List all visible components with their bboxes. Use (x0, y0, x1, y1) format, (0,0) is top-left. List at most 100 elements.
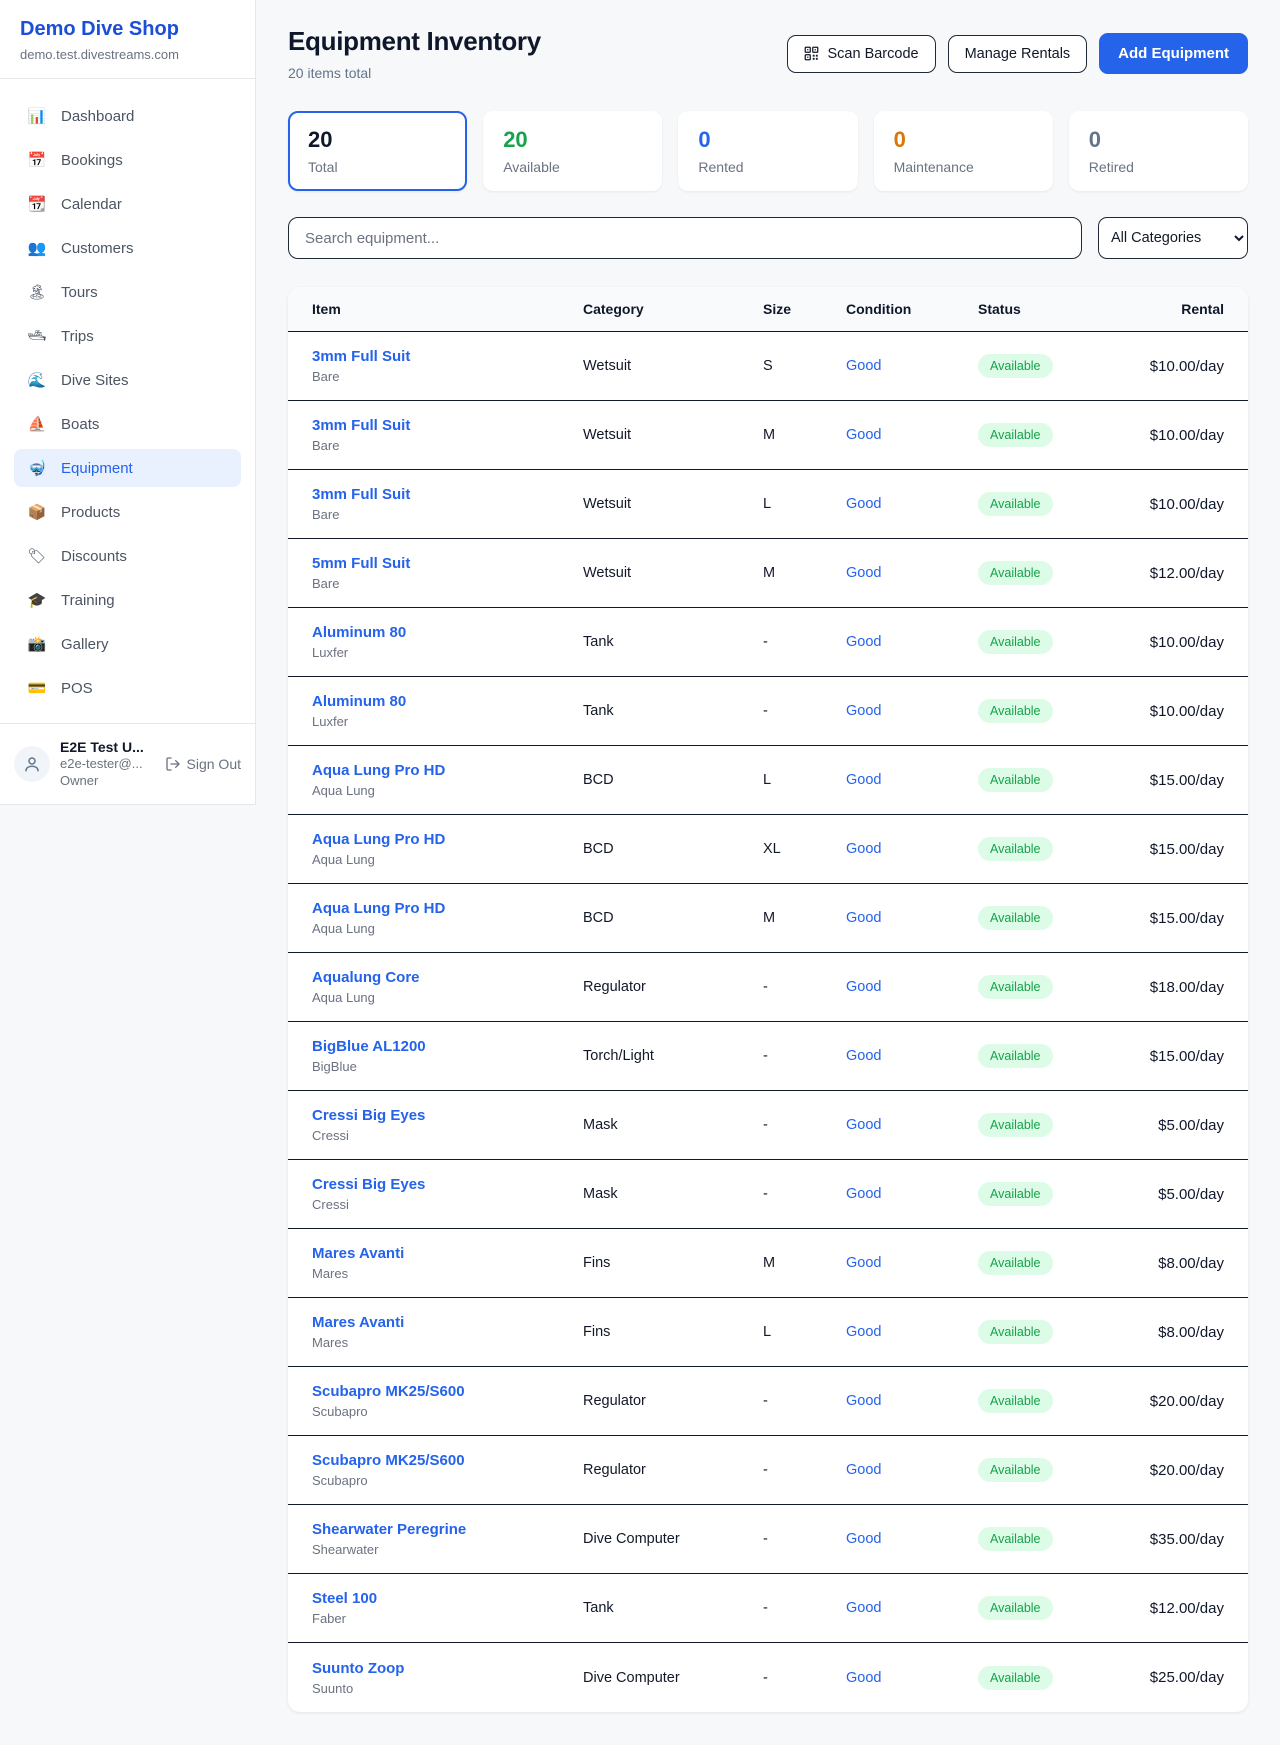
item-condition-link[interactable]: Good (846, 634, 978, 650)
sidebar-item-training[interactable]: 🎓 Training (14, 581, 241, 619)
sign-out-label: Sign Out (187, 756, 241, 772)
sidebar-item-trips[interactable]: 🛥 Trips (14, 317, 241, 355)
sign-out-button[interactable]: Sign Out (165, 756, 241, 772)
stat-card-maintenance[interactable]: 0 Maintenance (874, 111, 1053, 191)
stat-card-rented[interactable]: 0 Rented (678, 111, 857, 191)
qr-code-icon (804, 46, 819, 61)
item-name-link[interactable]: 3mm Full Suit (312, 486, 583, 503)
sidebar-item-customers[interactable]: 👥 Customers (14, 229, 241, 267)
sidebar-item-label: Calendar (61, 196, 122, 213)
item-condition-link[interactable]: Good (846, 565, 978, 581)
stat-card-retired[interactable]: 0 Retired (1069, 111, 1248, 191)
brand-title[interactable]: Demo Dive Shop (20, 18, 235, 41)
item-condition-link[interactable]: Good (846, 703, 978, 719)
item-name-link[interactable]: 5mm Full Suit (312, 555, 583, 572)
item-category: Mask (583, 1186, 763, 1202)
item-condition-link[interactable]: Good (846, 496, 978, 512)
sidebar-item-dashboard[interactable]: 📊 Dashboard (14, 97, 241, 135)
item-condition-link[interactable]: Good (846, 910, 978, 926)
item-name-link[interactable]: Aluminum 80 (312, 624, 583, 641)
item-name-link[interactable]: Aqua Lung Pro HD (312, 762, 583, 779)
table-row: Aqua Lung Pro HD Aqua Lung BCD M Good Av… (288, 884, 1248, 953)
status-badge: Available (978, 1320, 1053, 1344)
table-row: Cressi Big Eyes Cressi Mask - Good Avail… (288, 1160, 1248, 1229)
sidebar-item-products[interactable]: 📦 Products (14, 493, 241, 531)
item-condition-link[interactable]: Good (846, 1255, 978, 1271)
item-name-link[interactable]: Aqua Lung Pro HD (312, 831, 583, 848)
table-row: Suunto Zoop Suunto Dive Computer - Good … (288, 1643, 1248, 1712)
item-name-link[interactable]: BigBlue AL1200 (312, 1038, 583, 1055)
stat-value: 0 (1089, 127, 1228, 153)
item-brand: Aqua Lung (312, 783, 583, 798)
sidebar-item-gallery[interactable]: 📸 Gallery (14, 625, 241, 663)
item-brand: Bare (312, 369, 583, 384)
item-condition-link[interactable]: Good (846, 841, 978, 857)
sidebar-item-tours[interactable]: 🏝 Tours (14, 273, 241, 311)
status-badge: Available (978, 837, 1053, 861)
item-condition-link[interactable]: Good (846, 1531, 978, 1547)
trips-icon: 🛥 (26, 327, 48, 345)
item-name-link[interactable]: 3mm Full Suit (312, 348, 583, 365)
column-header-status: Status (978, 301, 1148, 317)
item-condition-link[interactable]: Good (846, 427, 978, 443)
item-brand: Luxfer (312, 714, 583, 729)
item-name-link[interactable]: Shearwater Peregrine (312, 1521, 583, 1538)
item-name-link[interactable]: Mares Avanti (312, 1314, 583, 1331)
item-condition-link[interactable]: Good (846, 979, 978, 995)
category-select[interactable]: All Categories (1098, 217, 1248, 259)
sidebar-item-boats[interactable]: ⛵ Boats (14, 405, 241, 443)
add-equipment-button[interactable]: Add Equipment (1099, 33, 1248, 74)
item-name-link[interactable]: 3mm Full Suit (312, 417, 583, 434)
item-name-link[interactable]: Cressi Big Eyes (312, 1176, 583, 1193)
stat-card-available[interactable]: 20 Available (483, 111, 662, 191)
column-header-size: Size (763, 301, 846, 317)
item-condition-link[interactable]: Good (846, 1600, 978, 1616)
brand-domain: demo.test.divestreams.com (20, 47, 235, 62)
item-name-link[interactable]: Aqua Lung Pro HD (312, 900, 583, 917)
item-name-link[interactable]: Aqualung Core (312, 969, 583, 986)
sidebar-item-label: Discounts (61, 548, 127, 565)
item-name-link[interactable]: Suunto Zoop (312, 1660, 583, 1677)
item-name-link[interactable]: Aluminum 80 (312, 693, 583, 710)
item-size: - (763, 1531, 846, 1547)
item-condition-link[interactable]: Good (846, 1670, 978, 1686)
scan-barcode-button[interactable]: Scan Barcode (787, 35, 935, 73)
stat-label: Available (503, 159, 642, 175)
sidebar-item-label: Dive Sites (61, 372, 129, 389)
item-name-link[interactable]: Steel 100 (312, 1590, 583, 1607)
search-input[interactable] (288, 217, 1082, 259)
item-rental-price: $15.00/day (1148, 841, 1224, 858)
item-condition-link[interactable]: Good (846, 1186, 978, 1202)
stat-label: Retired (1089, 159, 1228, 175)
item-condition-link[interactable]: Good (846, 1048, 978, 1064)
bookings-icon: 📅 (26, 151, 48, 169)
item-name-link[interactable]: Mares Avanti (312, 1245, 583, 1262)
manage-rentals-button[interactable]: Manage Rentals (948, 35, 1088, 73)
tours-icon: 🏝 (26, 283, 48, 301)
sidebar-item-dive-sites[interactable]: 🌊 Dive Sites (14, 361, 241, 399)
sidebar-item-pos[interactable]: 💳 POS (14, 669, 241, 707)
item-rental-price: $8.00/day (1148, 1324, 1224, 1341)
sidebar-item-bookings[interactable]: 📅 Bookings (14, 141, 241, 179)
table-row: Aluminum 80 Luxfer Tank - Good Available… (288, 608, 1248, 677)
item-condition-link[interactable]: Good (846, 1117, 978, 1133)
item-name-link[interactable]: Cressi Big Eyes (312, 1107, 583, 1124)
item-condition-link[interactable]: Good (846, 1393, 978, 1409)
item-condition-link[interactable]: Good (846, 1462, 978, 1478)
equipment-icon: 🤿 (26, 459, 48, 477)
item-condition-link[interactable]: Good (846, 772, 978, 788)
item-rental-price: $10.00/day (1148, 634, 1224, 651)
scan-barcode-label: Scan Barcode (827, 46, 918, 62)
stat-card-total[interactable]: 20 Total (288, 111, 467, 191)
sidebar-item-discounts[interactable]: 🏷 Discounts (14, 537, 241, 575)
item-size: - (763, 1462, 846, 1478)
item-name-link[interactable]: Scubapro MK25/S600 (312, 1383, 583, 1400)
sidebar-item-calendar[interactable]: 📆 Calendar (14, 185, 241, 223)
sidebar-item-equipment[interactable]: 🤿 Equipment (14, 449, 241, 487)
item-name-link[interactable]: Scubapro MK25/S600 (312, 1452, 583, 1469)
item-condition-link[interactable]: Good (846, 358, 978, 374)
item-category: Regulator (583, 1393, 763, 1409)
item-condition-link[interactable]: Good (846, 1324, 978, 1340)
status-badge: Available (978, 1527, 1053, 1551)
item-brand: Aqua Lung (312, 921, 583, 936)
